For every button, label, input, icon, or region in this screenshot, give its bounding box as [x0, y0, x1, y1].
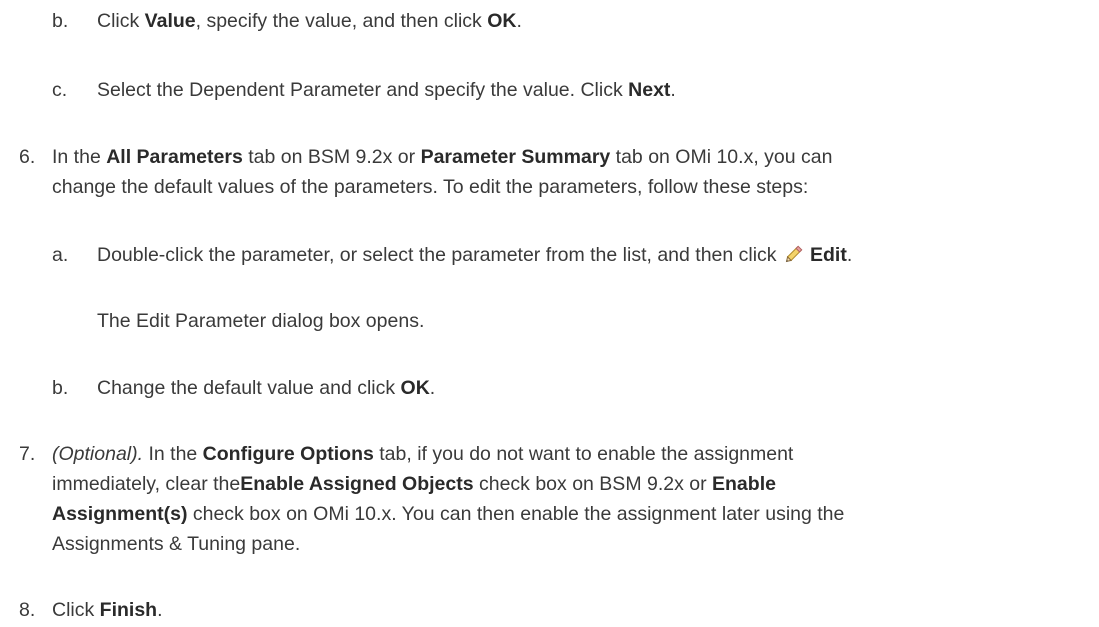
list-marker: a.	[52, 244, 69, 266]
ok-button-ref: OK	[400, 377, 430, 399]
parameter-summary-tab-ref: Parameter Summary	[420, 146, 611, 168]
enable-assignment-ref: Enable	[712, 473, 776, 495]
value-button-ref: Value	[144, 10, 196, 32]
step-7-text-line2: immediately, clear theEnable Assigned Ob…	[52, 473, 776, 495]
enable-assigned-objects-ref: Enable Assigned Objects	[240, 473, 474, 495]
step-6-text-line2: change the default values of the paramet…	[52, 176, 809, 198]
step-6-text: In the All Parameters tab on BSM 9.2x or…	[52, 146, 833, 168]
step-6a-text: Double-click the parameter, or select th…	[97, 242, 853, 266]
ok-button-ref: OK	[487, 10, 517, 32]
step-6a-note: The Edit Parameter dialog box opens.	[97, 310, 425, 332]
step-5c-text: Select the Dependent Parameter and speci…	[97, 79, 676, 101]
step-6b-text: Change the default value and click OK.	[97, 377, 436, 399]
enable-assignment-ref-cont: Assignment(s)	[52, 503, 188, 525]
list-marker: 7.	[19, 443, 36, 465]
list-marker: 6.	[19, 146, 36, 168]
step-5b-text: Click Value, specify the value, and then…	[97, 10, 522, 32]
list-marker: b.	[52, 377, 69, 399]
configure-options-tab-ref: Configure Options	[202, 443, 374, 465]
pencil-edit-icon	[784, 242, 806, 264]
step-8-text: Click Finish.	[52, 599, 163, 621]
list-marker: 8.	[19, 599, 36, 621]
list-marker: c.	[52, 79, 68, 101]
step-7-text-line3: Assignment(s) check box on OMi 10.x. You…	[52, 503, 845, 525]
finish-button-ref: Finish	[99, 599, 158, 621]
all-parameters-tab-ref: All Parameters	[106, 146, 243, 168]
step-7-text-line4: Assignments & Tuning pane.	[52, 533, 301, 555]
list-marker: b.	[52, 10, 69, 32]
next-button-ref: Next	[628, 79, 671, 101]
edit-button-ref: Edit	[809, 244, 847, 266]
step-7-text: (Optional). In the Configure Options tab…	[52, 443, 794, 465]
